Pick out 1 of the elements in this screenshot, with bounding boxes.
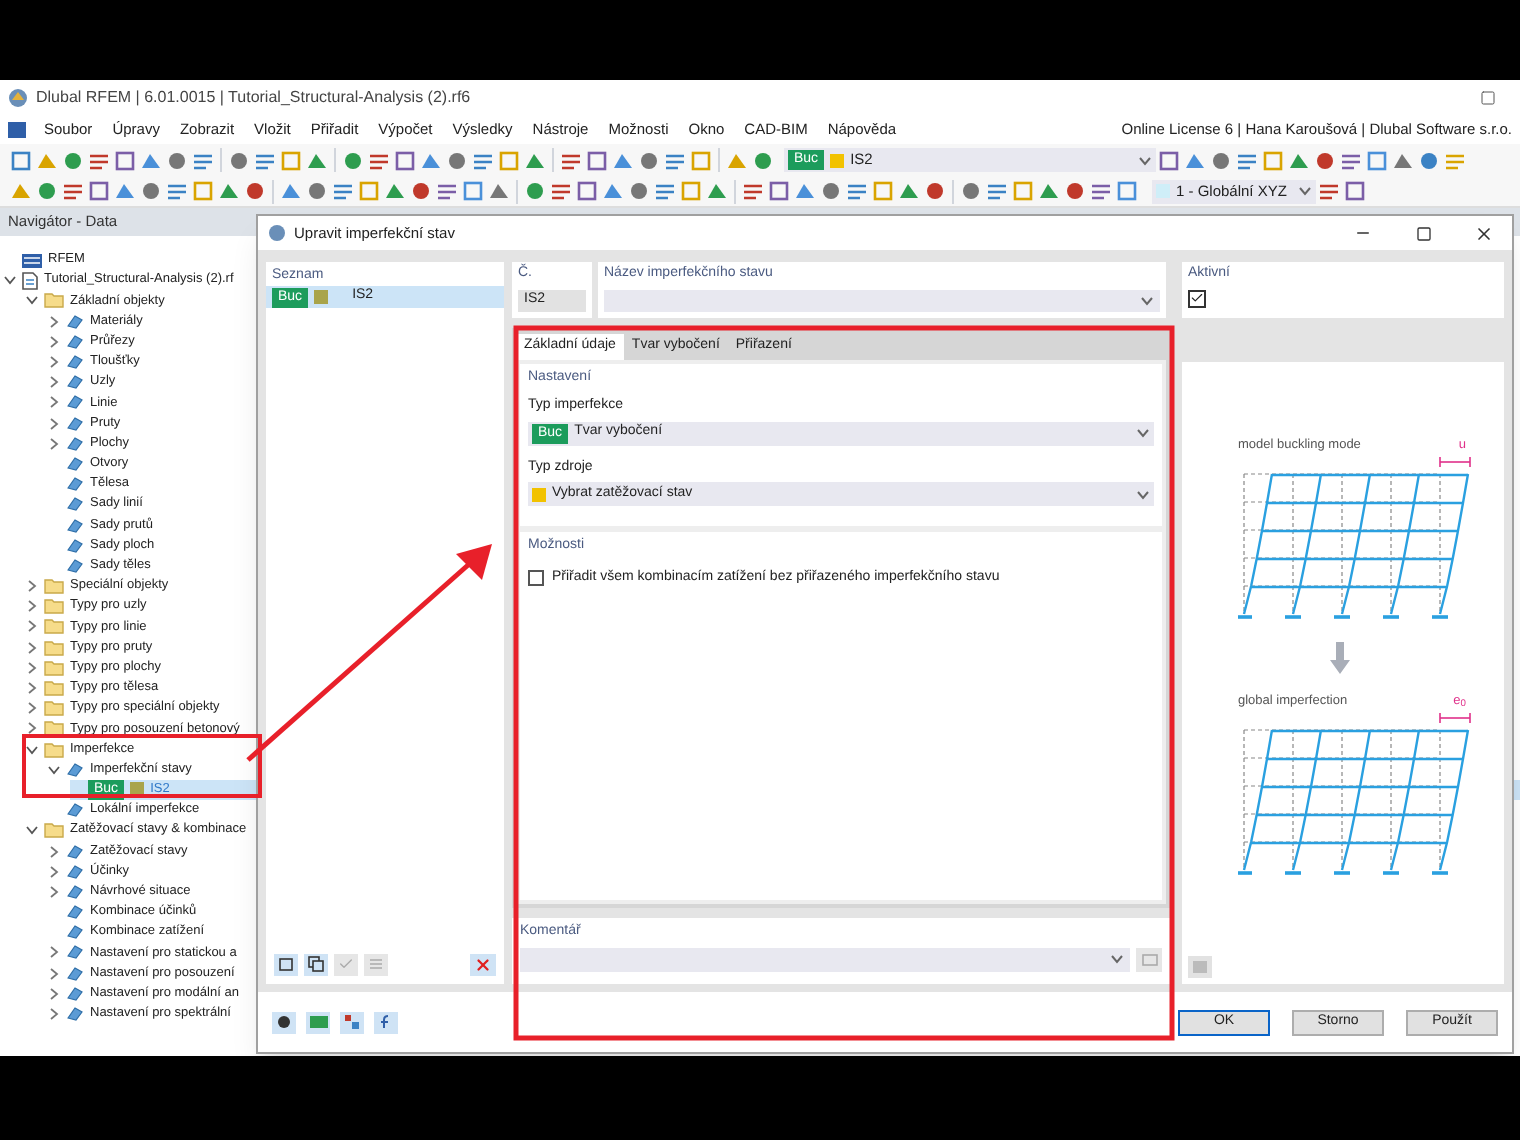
window-title: Dlubal RFEM | 6.01.0015 | Tutorial_Structural-Analysis (2).rf6 [36, 86, 471, 110]
